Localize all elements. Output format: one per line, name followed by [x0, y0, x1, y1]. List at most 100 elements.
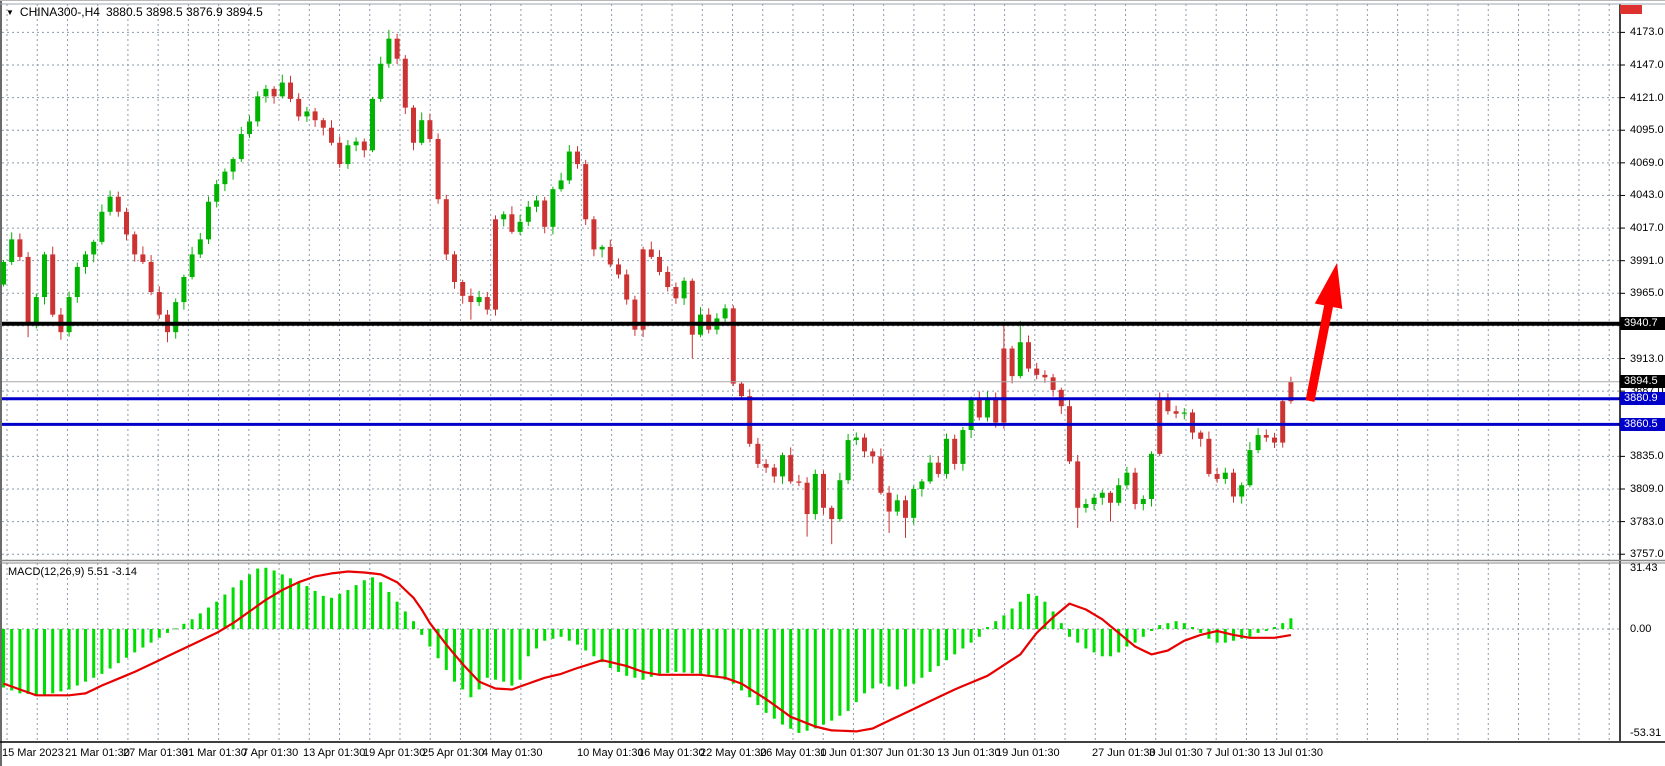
candlestick	[83, 254, 88, 267]
macd-histogram-bar	[1076, 629, 1079, 643]
macd-histogram-bar	[84, 629, 87, 682]
candlestick	[1, 262, 6, 285]
candlestick	[747, 396, 752, 444]
time-axis-label: 7 Jun 01:30	[877, 747, 935, 759]
candlestick	[370, 99, 375, 150]
macd-histogram-bar	[445, 629, 448, 670]
macd-histogram-bar	[281, 574, 284, 629]
candlestick	[9, 239, 14, 262]
macd-histogram-bar	[461, 629, 464, 689]
candlestick	[731, 308, 736, 383]
macd-histogram-bar	[847, 629, 850, 711]
candlestick	[616, 264, 621, 274]
candlestick	[1124, 473, 1129, 486]
candlestick	[26, 257, 31, 322]
macd-histogram-bar	[592, 629, 595, 656]
macd-histogram-bar	[10, 629, 13, 690]
macd-histogram-bar	[732, 629, 735, 684]
candlestick	[75, 267, 80, 297]
candlestick	[329, 128, 334, 143]
candlestick	[1272, 438, 1277, 443]
macd-scale-label: 0.00	[1630, 623, 1651, 635]
candlestick	[649, 249, 654, 257]
macd-histogram-bar	[855, 629, 858, 702]
macd-histogram-bar	[27, 629, 30, 694]
candlestick	[829, 508, 834, 519]
candlestick	[846, 440, 851, 480]
price-chart-canvas[interactable]	[0, 1, 1665, 766]
candlestick	[173, 302, 178, 332]
candlestick	[124, 212, 129, 235]
price-axis-label: 3913.0	[1630, 353, 1664, 365]
macd-histogram-bar	[420, 629, 423, 635]
candlestick	[1026, 342, 1031, 368]
candlestick	[140, 254, 145, 262]
macd-histogram-bar	[896, 629, 899, 689]
price-axis-label: 4095.0	[1630, 124, 1664, 136]
macd-histogram-bar	[814, 629, 817, 728]
candlestick	[34, 297, 39, 322]
candlestick	[354, 142, 359, 146]
candlestick	[673, 287, 678, 298]
candlestick	[1042, 375, 1047, 378]
candlestick	[1018, 342, 1023, 376]
macd-histogram-bar	[182, 624, 185, 629]
macd-histogram-bar	[625, 629, 628, 676]
candlestick	[477, 297, 482, 302]
candlestick	[50, 254, 55, 314]
macd-histogram-bar	[543, 629, 546, 641]
candlestick	[17, 239, 22, 257]
price-axis-label: 3783.0	[1630, 516, 1664, 528]
candlestick	[1190, 412, 1195, 432]
price-badge: 3894.5	[1620, 375, 1665, 388]
macd-histogram-bar	[830, 629, 833, 721]
candlestick	[821, 474, 826, 508]
macd-histogram-bar	[166, 629, 169, 633]
candlestick	[1264, 435, 1269, 438]
macd-histogram-bar	[584, 629, 587, 650]
candlestick	[1092, 498, 1097, 504]
macd-histogram-bar	[650, 629, 653, 677]
macd-histogram-bar	[117, 629, 120, 663]
candlestick	[862, 438, 867, 452]
macd-histogram-bar	[888, 629, 891, 687]
trading-chart-window: ▼ CHINA300-,H4 3880.5 3898.5 3876.9 3894…	[0, 0, 1665, 766]
arrow-annotation-head[interactable]	[1315, 263, 1342, 309]
macd-histogram-bar	[1191, 627, 1194, 629]
macd-histogram-bar	[330, 598, 333, 629]
candlestick	[255, 96, 260, 121]
candlestick	[657, 257, 662, 272]
macd-histogram-bar	[970, 629, 973, 643]
candlestick	[436, 139, 441, 199]
time-axis-label: 1 Jun 01:30	[820, 747, 878, 759]
candlestick	[288, 83, 293, 99]
candlestick	[559, 180, 564, 189]
macd-histogram-bar	[1093, 629, 1096, 652]
time-axis-label: 15 Mar 2023	[2, 747, 64, 759]
macd-histogram-bar	[404, 611, 407, 629]
macd-histogram-bar	[510, 629, 513, 686]
macd-histogram-bar	[396, 602, 399, 629]
macd-histogram-bar	[109, 629, 112, 668]
candlestick	[337, 143, 342, 164]
symbol-dropdown-icon[interactable]: ▼	[6, 8, 14, 17]
macd-histogram-bar	[691, 629, 694, 673]
macd-histogram-bar	[527, 629, 530, 656]
macd-histogram-bar	[133, 629, 136, 652]
candlestick	[468, 296, 473, 302]
candlestick	[952, 439, 957, 464]
macd-histogram-bar	[1068, 629, 1071, 637]
macd-histogram-bar	[240, 580, 243, 629]
candlestick	[985, 397, 990, 417]
candlestick	[1215, 474, 1220, 479]
candlestick	[247, 121, 252, 134]
macd-scale-label: 31.43	[1630, 562, 1658, 574]
candlestick	[313, 111, 318, 120]
time-axis-label: 3 Jul 01:30	[1149, 747, 1203, 759]
arrow-annotation-shaft[interactable]	[1310, 300, 1330, 401]
macd-histogram-bar	[871, 629, 874, 688]
candlestick	[870, 451, 875, 456]
candlestick	[1067, 406, 1072, 461]
macd-histogram-bar	[199, 613, 202, 629]
candlestick	[214, 184, 219, 202]
